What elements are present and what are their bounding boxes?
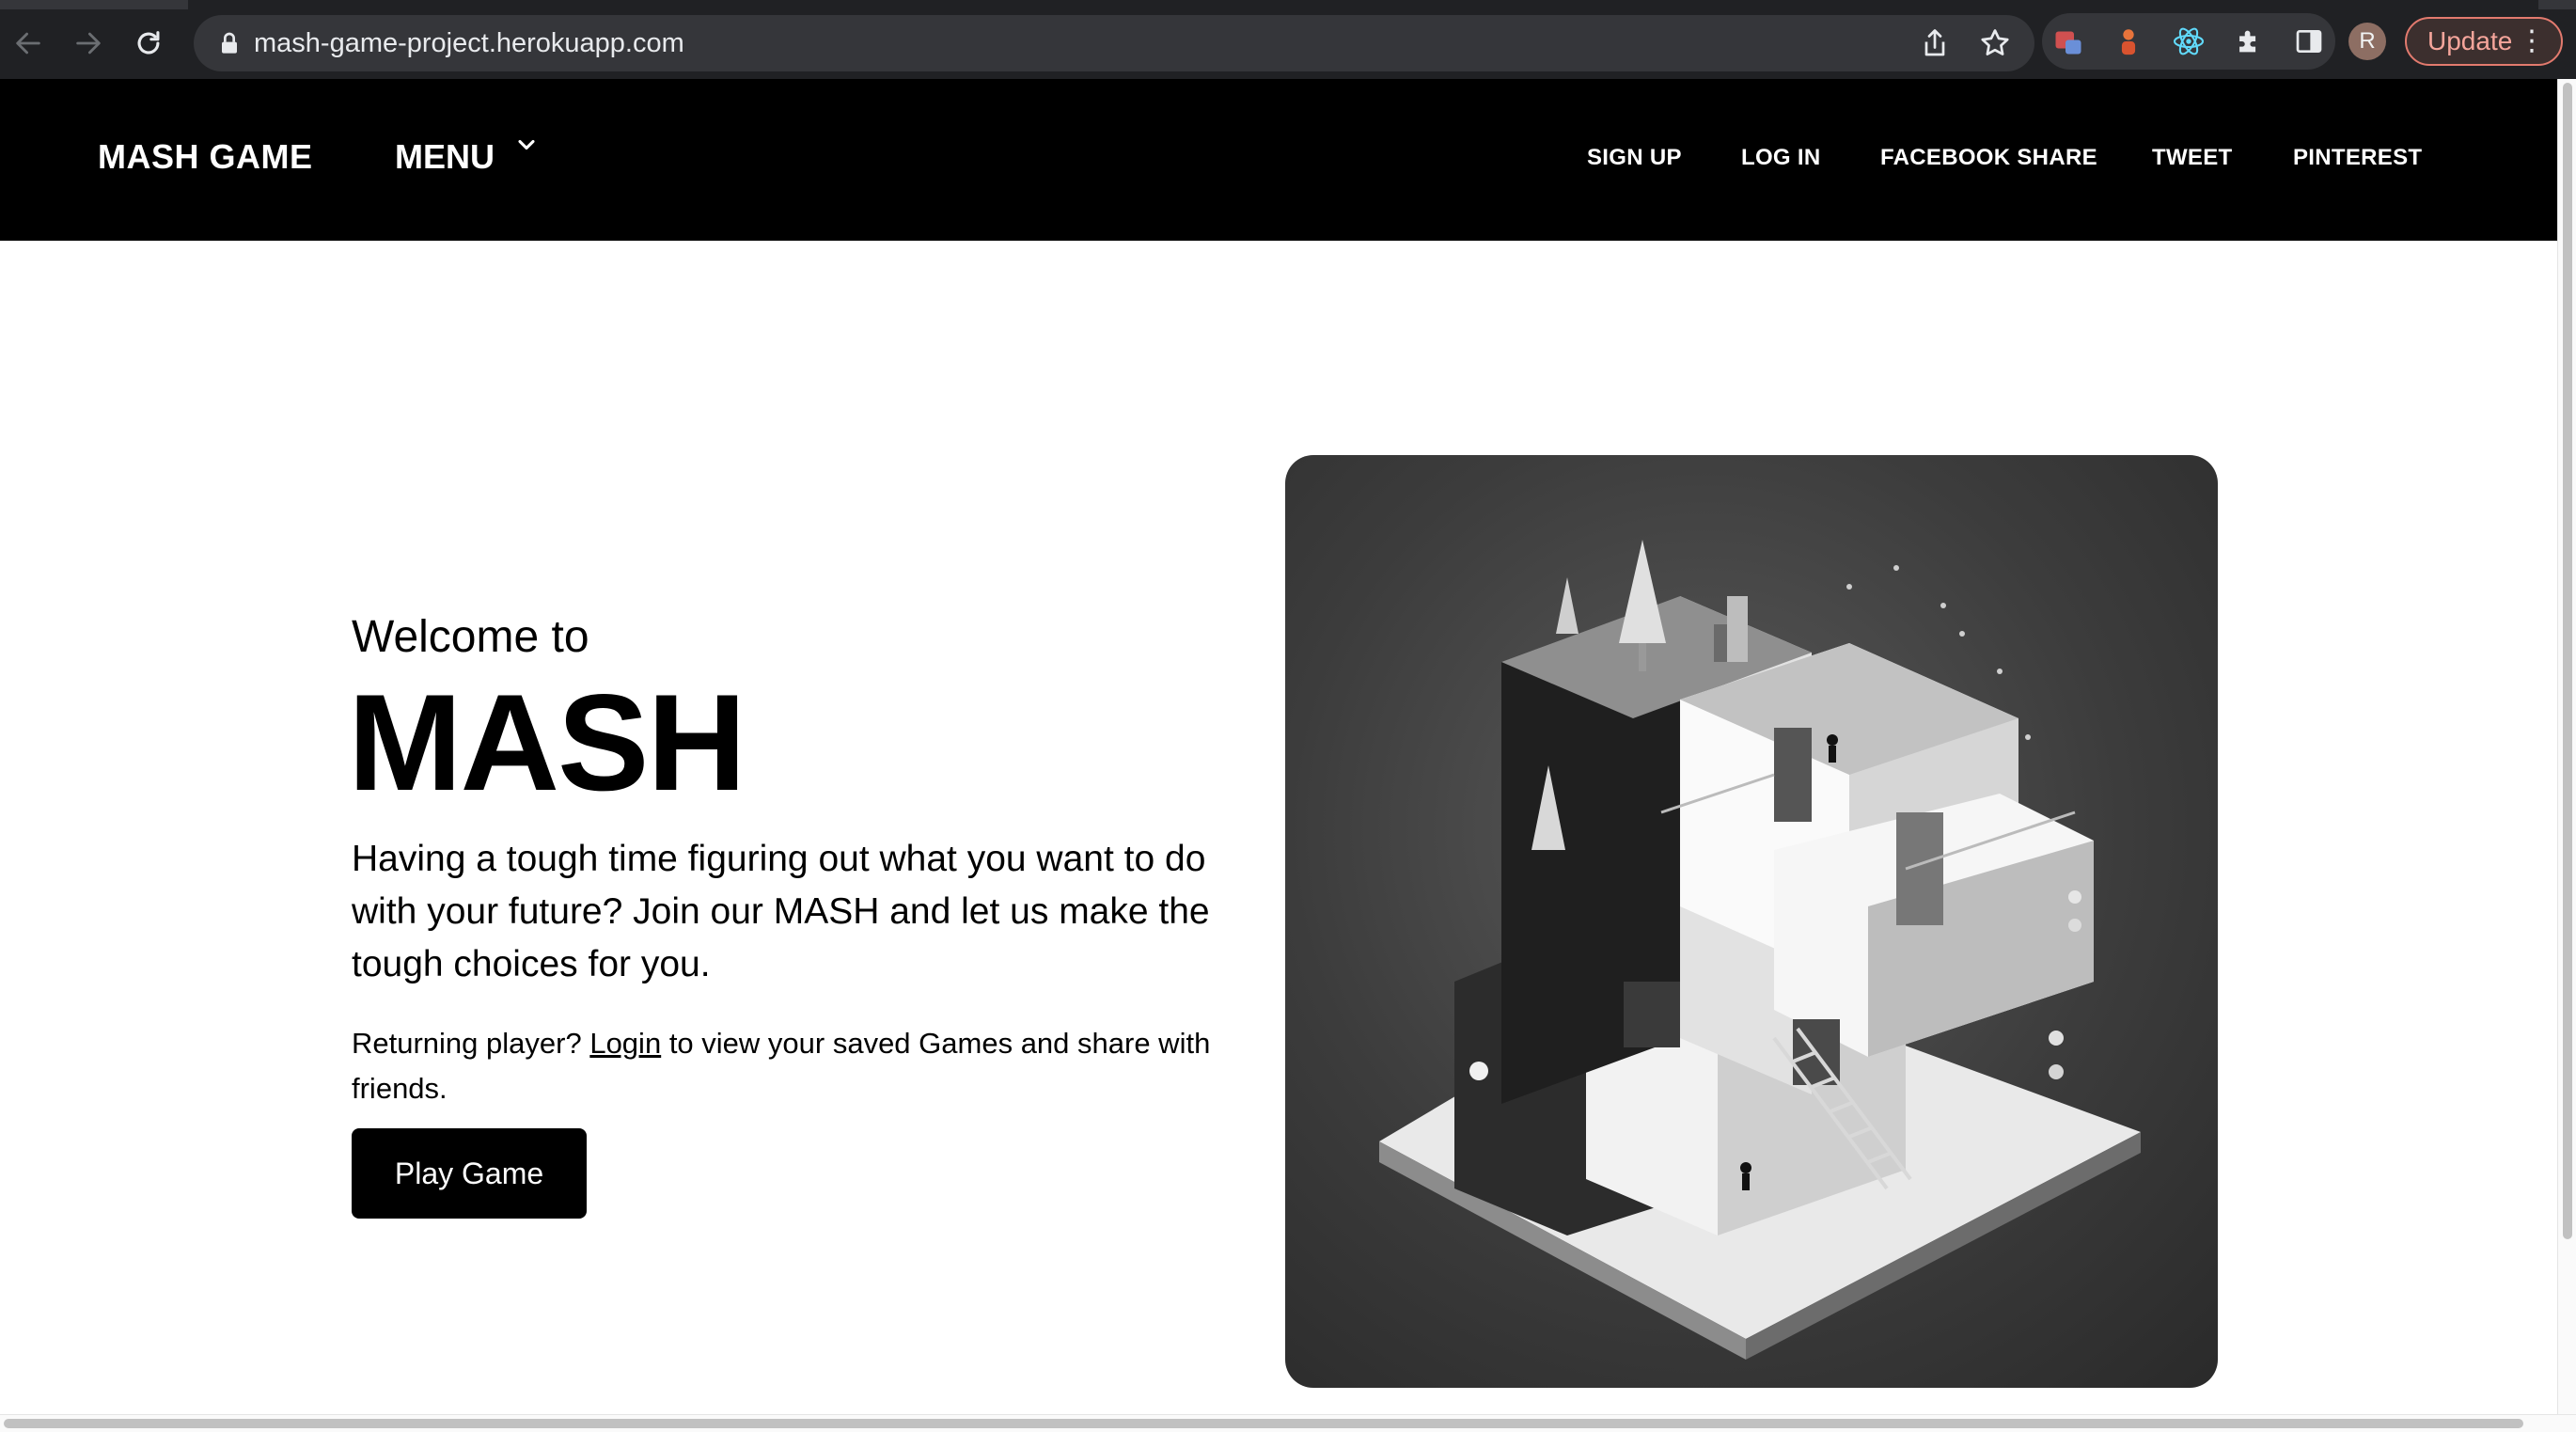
nav-sign-up[interactable]: SIGN UP [1587,145,1682,171]
forward-button[interactable] [68,23,109,64]
puzzle-icon [2239,30,2256,53]
lock-icon[interactable] [214,28,244,58]
back-button[interactable] [8,23,49,64]
arrow-right-icon [76,32,101,55]
menu-label: MENU [395,137,495,176]
hero-image [1285,455,2218,1388]
site-header: MASH GAME MENU SIGN UP LOG IN FACEBOOK S… [0,79,2557,241]
side-panel-button[interactable] [2290,23,2328,60]
browser-toolbar: mash-game-project.herokuapp.com R Update… [0,0,2576,80]
brand-logo[interactable]: MASH GAME [98,137,313,177]
nav-tweet[interactable]: TWEET [2152,145,2233,171]
hero-title: MASH [348,666,746,819]
nav-facebook-share[interactable]: FACEBOOK SHARE [1880,145,2097,171]
chevron-down-icon [518,139,535,150]
horizontal-scrollbar[interactable] [0,1414,2576,1432]
share-icon[interactable] [1918,26,1952,60]
update-label: Update [2427,26,2513,55]
nav-pinterest[interactable]: PINTEREST [2293,145,2422,171]
reload-button[interactable] [128,23,169,64]
hero-welcome: Welcome to [352,612,589,662]
arrow-left-icon [16,32,40,55]
side-panel-icon [2296,30,2322,53]
nav-log-in[interactable]: LOG IN [1741,145,1820,171]
address-bar[interactable]: mash-game-project.herokuapp.com [194,15,2034,71]
extension-icon-2[interactable] [2110,23,2147,60]
extension-person-icon [2121,29,2136,55]
scrollbar-thumb[interactable] [4,1419,2523,1428]
extensions-button[interactable] [2230,23,2268,60]
reload-icon [137,31,160,55]
scrollbar-thumb[interactable] [2563,83,2572,1239]
menu-dropdown[interactable]: MENU [395,137,535,177]
react-icon [2173,27,2205,55]
login-link[interactable]: Login [589,1027,661,1060]
profile-avatar[interactable]: R [2348,23,2386,60]
returning-player-text: Returning player? Login to view your sav… [352,1021,1264,1111]
update-button[interactable]: Update ⋮ [2405,17,2563,66]
extension-icon [2055,31,2081,55]
hero-lead: Having a tough time figuring out what yo… [352,839,1210,984]
play-game-button[interactable]: Play Game [352,1128,587,1219]
star-icon[interactable] [1978,26,2012,60]
url-text[interactable]: mash-game-project.herokuapp.com [254,26,684,60]
returning-prefix: Returning player? [352,1027,582,1060]
react-devtools-icon[interactable] [2170,23,2207,60]
vertical-scrollbar[interactable] [2557,79,2576,1414]
isometric-house-illustration [1379,540,2141,1360]
tab-strip [0,0,2576,9]
extension-badge-icon[interactable] [2050,23,2087,60]
kebab-menu-icon[interactable]: ⋮ [2518,19,2546,64]
